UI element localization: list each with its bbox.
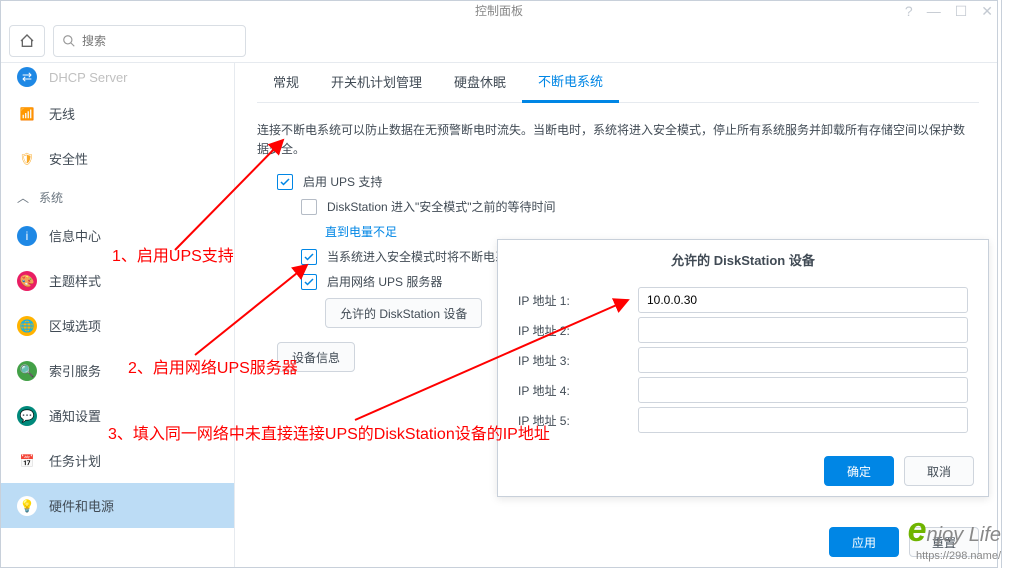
tab-bar: 常规 开关机计划管理 硬盘休眠 不断电系统 [257,63,979,103]
ip-label-1: IP 地址 1: [518,292,638,309]
search-icon [62,34,76,48]
ip-input-2[interactable] [638,317,968,343]
sidebar-item-theme[interactable]: 🎨 主题样式 [1,258,234,303]
sidebar-item-label: DHCP Server [49,70,128,85]
search-field[interactable] [53,25,246,57]
minimize-icon[interactable]: — [927,3,941,20]
sidebar-item-label: 区域选项 [49,316,101,335]
tab-hdd-hibernate[interactable]: 硬盘休眠 [438,63,522,103]
ip-input-4[interactable] [638,377,968,403]
window-titlebar: 控制面板 ? — ☐ ✕ [1,1,997,19]
tab-ups[interactable]: 不断电系统 [522,63,619,103]
checkbox-shutdown-ups[interactable] [301,249,317,265]
dialog-title: 允许的 DiskStation 设备 [498,240,988,279]
sidebar-item-label: 任务计划 [49,451,101,470]
dialog-ok-button[interactable]: 确定 [824,456,894,486]
calendar-icon: 📅 [17,451,37,471]
chevron-up-icon: ︿ [17,189,29,206]
right-gutter [1001,0,1021,568]
sidebar-item-dhcp[interactable]: ⇄ DHCP Server [1,63,234,91]
allowed-diskstation-button[interactable]: 允许的 DiskStation 设备 [325,298,482,328]
dialog-cancel-button[interactable]: 取消 [904,456,974,486]
checkbox-enable-ups-label: 启用 UPS 支持 [303,173,382,190]
sidebar-item-hardware[interactable]: 💡 硬件和电源 [1,483,234,528]
chat-icon: 💬 [17,406,37,426]
sidebar-item-label: 安全性 [49,149,88,168]
checkbox-wait-time[interactable] [301,199,317,215]
checkbox-network-ups[interactable] [301,274,317,290]
maximize-icon[interactable]: ☐ [955,3,968,20]
shield-icon: 🛡 [17,149,37,169]
close-icon[interactable]: ✕ [981,3,993,20]
ip-input-1[interactable] [638,287,968,313]
sidebar: ⇄ DHCP Server 📶 无线 🛡 安全性 ︿ 系统 i 信息中心 🎨 主题样… [1,63,235,567]
help-icon[interactable]: ? [905,3,913,20]
ups-description: 连接不断电系统可以防止数据在无预警断电时流失。当断电时，系统将进入安全模式，停止… [257,121,975,159]
sidebar-item-label: 主题样式 [49,271,101,290]
tab-power-schedule[interactable]: 开关机计划管理 [315,63,438,103]
ip-label-4: IP 地址 4: [518,382,638,399]
ip-label-3: IP 地址 3: [518,352,638,369]
palette-icon: 🎨 [17,271,37,291]
sidebar-item-security[interactable]: 🛡 安全性 [1,136,234,181]
checkbox-enable-ups[interactable] [277,174,293,190]
apply-button[interactable]: 应用 [829,527,899,557]
sidebar-item-region[interactable]: 🌐 区域选项 [1,303,234,348]
ip-input-5[interactable] [638,407,968,433]
allowed-diskstation-dialog: 允许的 DiskStation 设备 IP 地址 1: IP 地址 2: IP … [497,239,989,497]
device-info-button[interactable]: 设备信息 [277,342,355,372]
sidebar-item-info[interactable]: i 信息中心 [1,213,234,258]
sidebar-section-system[interactable]: ︿ 系统 [1,181,234,213]
sidebar-item-tasks[interactable]: 📅 任务计划 [1,438,234,483]
checkbox-network-ups-label: 启用网络 UPS 服务器 [327,273,442,290]
sidebar-item-index[interactable]: 🔍 索引服务 [1,348,234,393]
checkbox-wait-time-label: DiskStation 进入"安全模式"之前的等待时间 [327,198,556,215]
sidebar-item-label: 信息中心 [49,226,101,245]
bulb-icon: 💡 [17,496,37,516]
dhcp-icon: ⇄ [17,67,37,87]
sidebar-item-label: 索引服务 [49,361,101,380]
search-service-icon: 🔍 [17,361,37,381]
window-title: 控制面板 [475,2,523,19]
sidebar-item-notify[interactable]: 💬 通知设置 [1,393,234,438]
tab-general[interactable]: 常规 [257,63,315,103]
search-input[interactable] [82,34,237,48]
sidebar-item-label: 无线 [49,104,75,123]
sidebar-item-wireless[interactable]: 📶 无线 [1,91,234,136]
wifi-icon: 📶 [17,104,37,124]
sidebar-item-label: 通知设置 [49,406,101,425]
home-button[interactable] [9,25,45,57]
ip-label-2: IP 地址 2: [518,322,638,339]
home-icon [19,33,35,49]
sidebar-item-label: 硬件和电源 [49,496,114,515]
globe-icon: 🌐 [17,316,37,336]
info-icon: i [17,226,37,246]
watermark: enjoy Life https://298.name/ [908,511,1001,562]
ip-input-3[interactable] [638,347,968,373]
ip-label-5: IP 地址 5: [518,412,638,429]
link-until-low-battery[interactable]: 直到电量不足 [325,223,397,240]
